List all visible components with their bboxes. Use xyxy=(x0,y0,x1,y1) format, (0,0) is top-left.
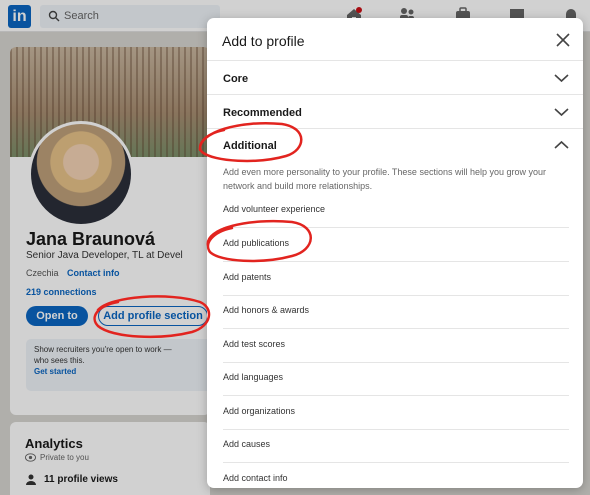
item-label: Add publications xyxy=(223,238,290,248)
add-publications-item[interactable]: Add publications xyxy=(223,228,569,262)
add-volunteer-experience-item[interactable]: Add volunteer experience xyxy=(223,194,569,228)
section-additional[interactable]: Additional xyxy=(207,129,583,162)
item-label: Add test scores xyxy=(223,339,286,349)
item-label: Add languages xyxy=(223,372,284,382)
item-label: Add organizations xyxy=(223,406,296,416)
chevron-up-icon xyxy=(554,140,569,149)
add-organizations-item[interactable]: Add organizations xyxy=(223,396,569,430)
modal-title: Add to profile xyxy=(222,33,305,49)
add-patents-item[interactable]: Add patents xyxy=(223,262,569,296)
add-to-profile-modal: Add to profile Core Recommended Addition… xyxy=(207,18,583,488)
add-honors-awards-item[interactable]: Add honors & awards xyxy=(223,295,569,329)
section-core[interactable]: Core xyxy=(207,62,583,95)
add-causes-item[interactable]: Add causes xyxy=(223,429,569,463)
close-icon[interactable] xyxy=(555,32,571,48)
section-core-label: Core xyxy=(223,73,249,85)
add-languages-item[interactable]: Add languages xyxy=(223,362,569,396)
item-label: Add contact info xyxy=(223,473,288,483)
add-test-scores-item[interactable]: Add test scores xyxy=(223,329,569,363)
chevron-down-icon xyxy=(554,108,569,117)
item-label: Add causes xyxy=(223,439,271,449)
add-contact-info-item[interactable]: Add contact info xyxy=(223,463,569,488)
section-recommended-label: Recommended xyxy=(223,107,302,119)
section-recommended[interactable]: Recommended xyxy=(207,96,583,129)
item-label: Add patents xyxy=(223,272,272,282)
item-label: Add honors & awards xyxy=(223,305,310,315)
additional-description: Add even more personality to your profil… xyxy=(223,167,546,191)
item-label: Add volunteer experience xyxy=(223,204,326,214)
chevron-down-icon xyxy=(554,74,569,83)
modal-header: Add to profile xyxy=(207,18,583,61)
section-additional-label: Additional xyxy=(223,140,277,152)
